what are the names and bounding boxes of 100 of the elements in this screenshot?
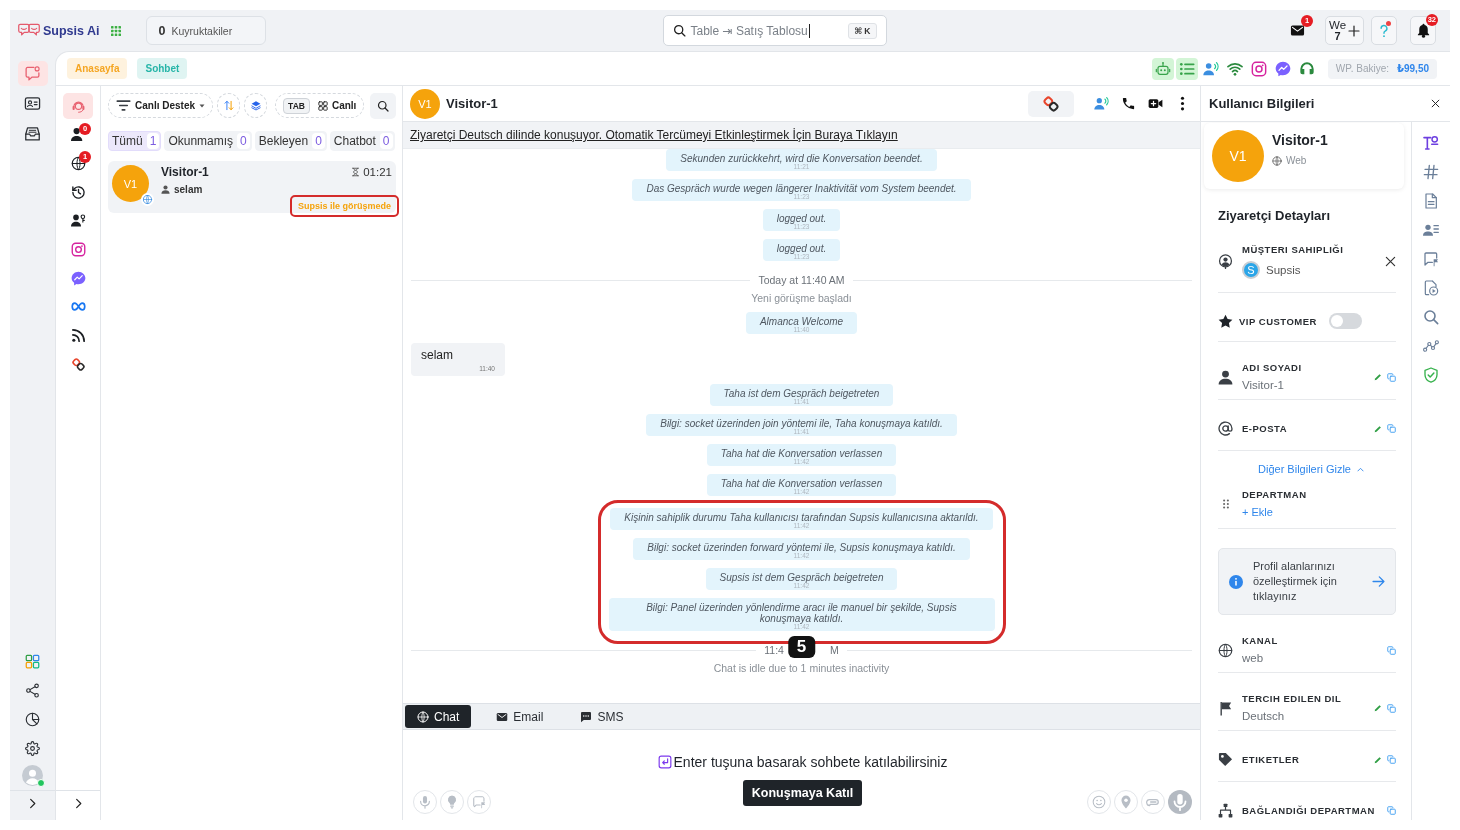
translate-link[interactable]: Ziyaretçi Deutsch dilinde konuşuyor. Otomatik Tercümeyi Etkinleştirmek İçin Buraya Tıklayın [410, 128, 898, 142]
copy-icon[interactable] [1387, 755, 1396, 764]
toggle-switch[interactable] [1329, 313, 1362, 329]
message-text: logged out. [776, 213, 827, 224]
hourglass-icon [351, 167, 361, 177]
mail-icon [496, 710, 509, 723]
filter-tab[interactable]: Okunmamış 0 [164, 131, 252, 151]
user-avatar-icon[interactable] [22, 765, 43, 786]
text-user-icon[interactable] [1423, 135, 1439, 151]
pencil-icon[interactable] [1374, 424, 1382, 433]
connected-nodes-icon[interactable] [1423, 338, 1439, 354]
pie-chart-icon[interactable] [25, 712, 40, 727]
owner-avatar: S [1242, 261, 1260, 279]
sms-icon [580, 710, 593, 723]
count-badge: 1 [146, 133, 160, 149]
file-play-icon[interactable] [1423, 280, 1439, 296]
visitor-avatar: V1 [410, 88, 440, 119]
bell-icon [1415, 23, 1431, 38]
user-settings-icon [70, 213, 86, 229]
customize-fields-card[interactable]: Profil alanlarınızı özelleştirmek için tıklayınız [1218, 548, 1396, 615]
channel-tab[interactable]: Chat [405, 705, 472, 728]
hash-icon[interactable] [1423, 164, 1439, 180]
copy-icon[interactable] [1387, 372, 1396, 382]
chevron-up-icon [1356, 466, 1364, 473]
video-camera-icon[interactable] [1148, 96, 1163, 111]
search-button[interactable] [370, 92, 396, 119]
layers-icon [250, 100, 261, 111]
wait-timer: 01:21 [363, 166, 392, 178]
visitor-name: Visitor-1 [1272, 132, 1328, 148]
copy-icon[interactable] [1387, 703, 1396, 713]
contact-list-icon[interactable] [1423, 222, 1439, 238]
field-value: web [1242, 652, 1265, 665]
join-button[interactable]: Konuşmaya Katıl [742, 780, 863, 806]
document-icon[interactable] [1423, 193, 1439, 209]
search-icon [377, 99, 390, 112]
pencil-icon[interactable] [1374, 373, 1382, 381]
pencil-icon[interactable] [1374, 704, 1382, 712]
message-text: Supsis ist dem Gespräch beigetreten [719, 572, 884, 583]
search-field[interactable]: Table ⇥ Satış Tablosu ⌘ K [662, 15, 887, 46]
channel-tab[interactable]: SMS [568, 705, 636, 728]
field-label: ETIKETLER [1242, 754, 1301, 765]
sitemap-icon [1218, 803, 1233, 818]
filter-tab[interactable]: Chatbot 0 [329, 131, 395, 151]
person-icon [161, 185, 170, 194]
settings-icon[interactable] [25, 741, 40, 756]
globe-icon [70, 155, 86, 171]
field-label: ADI SOYADI [1242, 362, 1303, 373]
speaking-user-icon[interactable] [1094, 96, 1109, 111]
messenger-icon [70, 270, 86, 286]
count-badge: 0 [237, 133, 250, 149]
date-divider-label: 11:4 [764, 644, 784, 656]
add-link[interactable]: + Ekle [1242, 506, 1273, 518]
share-icon[interactable] [25, 683, 40, 698]
queue-button[interactable]: 0 Kuyruktakiler [145, 16, 266, 45]
field-label: BAĞLANDIĞI DEPARTMAN [1242, 805, 1376, 816]
chevron-right-icon[interactable] [27, 798, 38, 809]
filter-icon [116, 98, 131, 113]
copy-icon[interactable] [1387, 645, 1396, 655]
phone-icon[interactable] [1121, 96, 1136, 111]
search-icon[interactable] [1423, 309, 1439, 325]
close-icon[interactable] [1385, 256, 1396, 267]
caret-down-icon [199, 102, 206, 109]
globe-icon [1218, 642, 1233, 658]
apps-grid-icon[interactable] [109, 24, 122, 37]
globe-icon [417, 710, 429, 723]
filter-tab[interactable]: Bekleyen 0 [254, 131, 327, 151]
star-icon [1218, 313, 1233, 329]
message-text: Bilgi: socket üzerinden forward yöntemi ile, Supsis konuşmaya katıldı. [647, 542, 956, 553]
toggle-details-link[interactable]: Diğer Bilgileri Gizle [1248, 463, 1364, 476]
message-text: Kişinin sahiplik durumu Taha kullanıcısı tarafından Supsis kullanıcısına aktarıldı. [624, 512, 979, 523]
chat-bubble-icon [24, 65, 41, 82]
close-icon[interactable] [1431, 99, 1440, 108]
mail-icon[interactable] [1289, 23, 1306, 38]
channel-source: Web [1286, 155, 1307, 166]
chat-notice: Chat is idle due to 1 minutes inactivity [713, 662, 890, 674]
count-badge: 0 [312, 133, 325, 149]
workspace-button[interactable]: We 7 [1325, 16, 1364, 45]
filter-tab[interactable]: Tümü 1 [108, 131, 162, 151]
shortcut-key: ⌘ K [848, 22, 877, 39]
dashboard-grid-icon[interactable] [25, 654, 40, 669]
enter-key-icon [657, 755, 672, 769]
channel-tab[interactable]: Email [484, 705, 556, 728]
info-icon [1229, 574, 1243, 589]
chat-flag-icon[interactable] [1423, 251, 1439, 267]
copy-icon[interactable] [1387, 806, 1396, 815]
chat-notice: Yeni görüşme başladı [751, 292, 852, 304]
search-icon [672, 24, 686, 37]
brand-button[interactable] [1028, 90, 1074, 117]
shield-check-icon[interactable] [1423, 367, 1439, 383]
field-label: TERCIH EDILEN DIL [1242, 693, 1343, 704]
message-text: Bilgi: Panel üzerinden yönlendirme aracı ile manuel bir şekilde, Supsis konuşmaya katıldı. [645, 602, 958, 624]
robot-icon[interactable] [1151, 57, 1174, 80]
help-button[interactable] [1371, 16, 1397, 45]
pencil-icon[interactable] [1374, 755, 1382, 764]
status-label: Supsis ile görüşmede [289, 195, 399, 217]
tag-icon [1218, 752, 1233, 767]
list-icon[interactable] [1175, 57, 1198, 80]
copy-icon[interactable] [1387, 424, 1396, 433]
message-text: Taha hat die Konversation verlassen [720, 478, 883, 489]
field-label: VIP CUSTOMER [1239, 315, 1317, 327]
